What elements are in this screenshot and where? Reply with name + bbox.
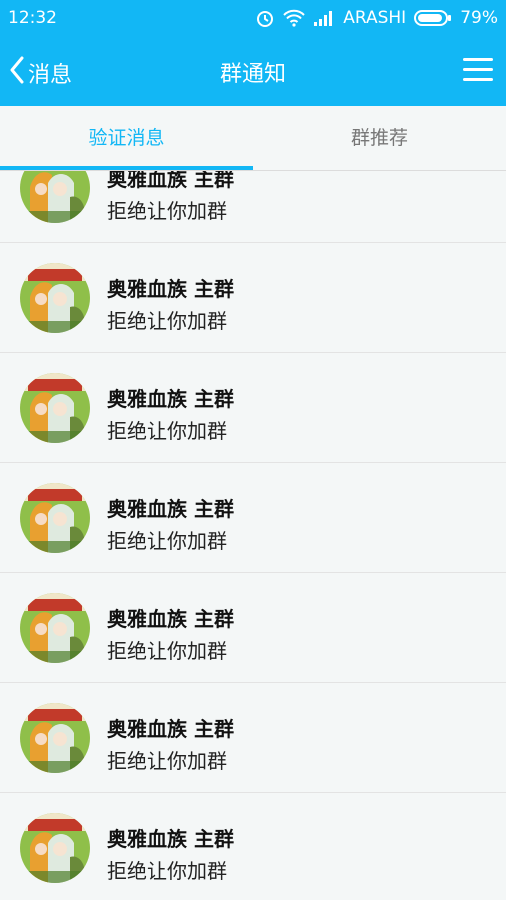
notification-row[interactable]: 奥雅血族 主群 拒绝让你加群 [0, 353, 506, 463]
status-bar: 12:32 ARASHI 79% [0, 0, 506, 36]
notification-list[interactable]: 奥雅血族 主群 拒绝让你加群 奥雅血族 主群 拒绝让你加群 奥雅血族 主群 拒绝… [0, 171, 506, 900]
tab-group-recommend[interactable]: 群推荐 [253, 106, 506, 170]
title-bar: 消息 群通知 [0, 36, 506, 106]
group-name: 奥雅血族 主群 [107, 827, 234, 851]
group-avatar [20, 263, 90, 333]
group-name: 奥雅血族 主群 [107, 497, 234, 521]
status-icons: ARASHI 79% [255, 8, 498, 28]
tab-bar: 验证消息 群推荐 [0, 106, 506, 171]
notification-message: 拒绝让你加群 [107, 639, 227, 663]
notification-row[interactable]: 奥雅血族 主群 拒绝让你加群 [0, 463, 506, 573]
group-avatar [20, 373, 90, 443]
notification-message: 拒绝让你加群 [107, 419, 227, 443]
notification-message: 拒绝让你加群 [107, 749, 227, 773]
notification-message: 拒绝让你加群 [107, 309, 227, 333]
notification-row[interactable]: 奥雅血族 主群 拒绝让你加群 [0, 243, 506, 353]
tab-indicator [0, 166, 253, 170]
notification-row[interactable]: 奥雅血族 主群 拒绝让你加群 [0, 171, 506, 243]
group-name: 奥雅血族 主群 [107, 171, 234, 191]
group-avatar [20, 703, 90, 773]
group-avatar [20, 483, 90, 553]
notification-row[interactable]: 奥雅血族 主群 拒绝让你加群 [0, 793, 506, 900]
group-avatar [20, 171, 90, 223]
group-name: 奥雅血族 主群 [107, 607, 234, 631]
menu-icon[interactable] [463, 56, 493, 84]
notification-row[interactable]: 奥雅血族 主群 拒绝让你加群 [0, 683, 506, 793]
alarm-icon [255, 8, 275, 28]
group-avatar [20, 813, 90, 883]
notification-message: 拒绝让你加群 [107, 859, 227, 883]
group-name: 奥雅血族 主群 [107, 277, 234, 301]
status-time: 12:32 [8, 8, 57, 28]
carrier-name: ARASHI [343, 8, 407, 28]
tab-verification[interactable]: 验证消息 [0, 106, 253, 170]
signal-icon [313, 10, 335, 26]
group-name: 奥雅血族 主群 [107, 717, 234, 741]
group-name: 奥雅血族 主群 [107, 387, 234, 411]
notification-message: 拒绝让你加群 [107, 199, 227, 223]
group-avatar [20, 593, 90, 663]
battery-percent: 79% [460, 8, 498, 28]
notification-row[interactable]: 奥雅血族 主群 拒绝让你加群 [0, 573, 506, 683]
page-title: 群通知 [219, 62, 286, 87]
wifi-icon [283, 9, 305, 27]
battery-icon [414, 10, 452, 26]
notification-message: 拒绝让你加群 [107, 529, 227, 553]
